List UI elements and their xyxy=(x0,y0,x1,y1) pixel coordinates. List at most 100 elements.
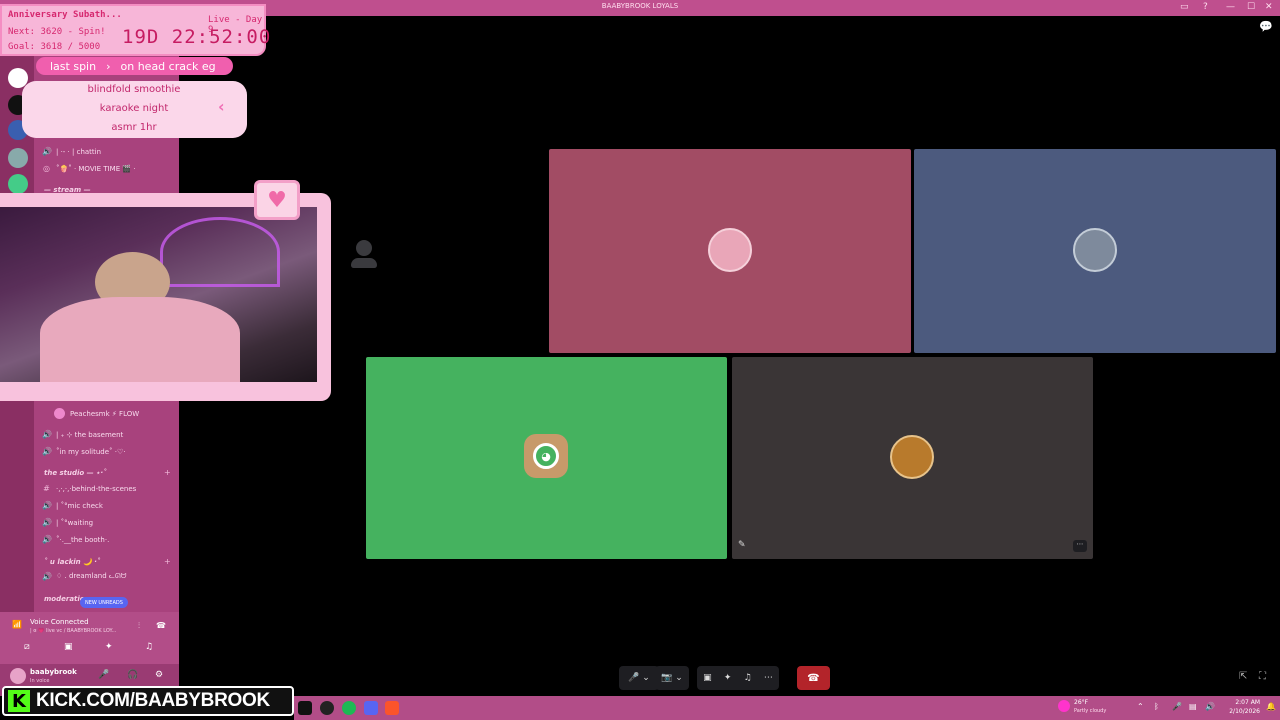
camera-off-icon[interactable]: ⧄ xyxy=(24,642,30,652)
settings-icon[interactable]: ⚙ xyxy=(155,670,163,680)
chat-bubble-icon[interactable]: 💬 xyxy=(1259,20,1273,33)
channel-name: ˚🍿˚ · MOVIE TIME 🎬 · xyxy=(56,164,136,173)
last-spin-value: on head crack eg xyxy=(120,59,216,73)
volume-icon[interactable]: 🔊 xyxy=(1205,702,1215,711)
discord-icon[interactable] xyxy=(364,701,378,715)
avatar[interactable] xyxy=(10,668,26,684)
muted-mic-icon: ✎ xyxy=(738,540,746,550)
channel-item[interactable]: # ·,·,·,·behind-the-scenes xyxy=(42,481,136,496)
clock-date[interactable]: 2/10/2026 xyxy=(1224,708,1260,715)
microphone-icon[interactable]: 🎤 xyxy=(98,670,109,680)
signal-icon[interactable]: 📶 xyxy=(12,620,22,629)
channel-item[interactable]: 🔊 | ₊ ⊹ the basement xyxy=(42,427,123,442)
speaker-icon: 🔊 xyxy=(42,518,52,527)
voice-user-name: Peachesmk ⚡ FLOW xyxy=(70,409,140,418)
subathon-next: Next: 3620 - Spin! xyxy=(8,27,106,37)
tray-chevron-icon[interactable]: ⌃ xyxy=(1137,702,1144,711)
speaker-icon: 🔊 xyxy=(42,430,52,439)
channel-name: | ·- · | chattin xyxy=(56,147,102,156)
headphones-icon[interactable]: 🎧 xyxy=(127,670,138,680)
maximize-button[interactable]: ☐ xyxy=(1247,2,1255,12)
channel-item[interactable]: 🔊 ˚·.__the booth·. xyxy=(42,532,109,547)
obs-icon[interactable] xyxy=(320,701,334,715)
soundboard-icon[interactable]: ♫ xyxy=(145,642,153,652)
fullscreen-icon[interactable]: ⛶ xyxy=(1259,671,1266,682)
popout-icon[interactable]: ⇱ xyxy=(1239,671,1247,682)
server-icon[interactable] xyxy=(8,148,28,168)
more-icon[interactable]: ⋯ xyxy=(764,673,773,683)
minimize-button[interactable]: — xyxy=(1226,2,1235,12)
help-icon[interactable]: ? xyxy=(1203,2,1208,12)
chevron-left-icon: ‹ xyxy=(218,97,225,116)
avatar: ◕ xyxy=(524,434,568,478)
channel-item[interactable]: 🔊 ♢ . dreamland ᓚᘏᗢ xyxy=(42,569,126,584)
soundboard-icon[interactable]: ♫ xyxy=(744,673,752,683)
voice-user[interactable]: Peachesmk ⚡ FLOW xyxy=(54,406,139,421)
notifications-icon[interactable]: 🔔 xyxy=(1266,702,1276,711)
channel-item[interactable]: 🔊 ˚in my solitude˚ ·♡· xyxy=(42,444,126,459)
speaker-icon: 🔊 xyxy=(42,535,52,544)
clock-time[interactable]: 2:07 AM xyxy=(1230,699,1260,706)
disconnect-icon[interactable]: ☎ xyxy=(156,621,166,630)
noise-suppression-icon[interactable]: ⫶ xyxy=(138,621,140,631)
channel-item[interactable]: ◎ ˚🍿˚ · MOVIE TIME 🎬 · xyxy=(42,161,136,176)
network-icon[interactable]: ▤ xyxy=(1189,702,1197,711)
hang-up-button[interactable]: ☎ xyxy=(797,666,830,690)
kick-banner: K KICK.COM/BAABYBROOK xyxy=(2,686,294,716)
inbox-icon[interactable]: ▭ xyxy=(1180,2,1189,12)
category-studio[interactable]: the studio — ⋆·˚ xyxy=(44,469,107,477)
last-spin-label: last spin xyxy=(50,59,97,73)
channel-item[interactable]: 🔊 | ·- · | chattin xyxy=(42,144,101,159)
voice-connected-panel: 📶 Voice Connected | ɞ 💗 live vc / BAABYB… xyxy=(0,612,179,664)
placeholder-user-icon xyxy=(351,240,377,270)
neon-light xyxy=(160,217,280,287)
add-channel-icon[interactable]: + xyxy=(164,468,171,477)
call-controls: 🎤 ⌄ 📷 ⌄ ▣ ✦ ♫ ⋯ ☎ xyxy=(619,666,830,690)
activities-icon[interactable]: ✦ xyxy=(105,642,113,652)
video-tile-dark[interactable]: ✎ ⋯ xyxy=(732,357,1093,559)
video-call-stage: ◕ ✎ ⋯ 💬 ⇱ ⛶ xyxy=(179,16,1280,696)
server-icon[interactable] xyxy=(8,174,28,194)
last-spin-ticker: last spin › on head crack eg xyxy=(36,57,233,75)
channel-item[interactable]: 🔊 | ˚°mic check xyxy=(42,498,103,513)
screen-share-icon[interactable]: ▣ xyxy=(703,673,712,683)
channel-name: ˚in my solitude˚ ·♡· xyxy=(56,447,126,456)
video-tile-green[interactable]: ◕ xyxy=(366,357,727,559)
bluetooth-icon[interactable]: ᛒ xyxy=(1154,702,1159,711)
hash-icon: # xyxy=(43,484,50,493)
mic-tray-icon[interactable]: 🎤 xyxy=(1172,702,1182,711)
channel-name: | ˚°mic check xyxy=(56,501,103,510)
subathon-title: Anniversary Subath... xyxy=(8,10,122,20)
camera-button[interactable]: 📷 ⌄ xyxy=(655,666,689,690)
category-moderation[interactable]: moderatio xyxy=(44,595,85,603)
channel-name: | ˚°waiting xyxy=(56,518,94,527)
user-status: In voice xyxy=(30,678,50,684)
microphone-button[interactable]: 🎤 ⌄ xyxy=(619,666,659,690)
tiktok-icon[interactable] xyxy=(298,701,312,715)
channel-item[interactable]: 🔊 | ˚°waiting xyxy=(42,515,93,530)
spin-item: blindfold smoothie xyxy=(87,84,181,95)
voice-channel-link[interactable]: | ɞ 💗 live vc / BAABYBROOK LOY... xyxy=(30,628,116,634)
screen-share-icon[interactable]: ▣ xyxy=(64,642,73,652)
subathon-goal: Goal: 3618 / 5000 xyxy=(8,42,101,52)
speaker-icon: 🔊 xyxy=(42,501,52,510)
brave-icon[interactable] xyxy=(385,701,399,715)
channel-name: ˚·.__the booth·. xyxy=(56,535,110,544)
kick-url: KICK.COM/BAABYBROOK xyxy=(36,690,270,711)
video-tile-blue[interactable] xyxy=(914,149,1276,353)
weather-icon[interactable] xyxy=(1058,700,1070,712)
video-tile-pink[interactable] xyxy=(549,149,911,353)
avatar xyxy=(54,408,65,419)
channel-name: ·,·,·,·behind-the-scenes xyxy=(56,484,137,493)
stage-icon: ◎ xyxy=(43,164,50,173)
more-options-icon[interactable]: ⋯ xyxy=(1073,540,1087,552)
activities-icon[interactable]: ✦ xyxy=(724,673,732,683)
add-channel-icon[interactable]: + xyxy=(164,557,171,566)
webcam-frame xyxy=(0,193,331,401)
close-button[interactable]: ✕ xyxy=(1265,2,1273,12)
category-lackin[interactable]: ˚ u lackin 🌙 ·˚ xyxy=(44,558,100,566)
new-unreads-badge[interactable]: NEW UNREADS xyxy=(80,597,128,608)
spin-item: karaoke night xyxy=(99,103,169,114)
spotify-icon[interactable] xyxy=(342,701,356,715)
speaker-icon: 🔊 xyxy=(42,447,52,456)
